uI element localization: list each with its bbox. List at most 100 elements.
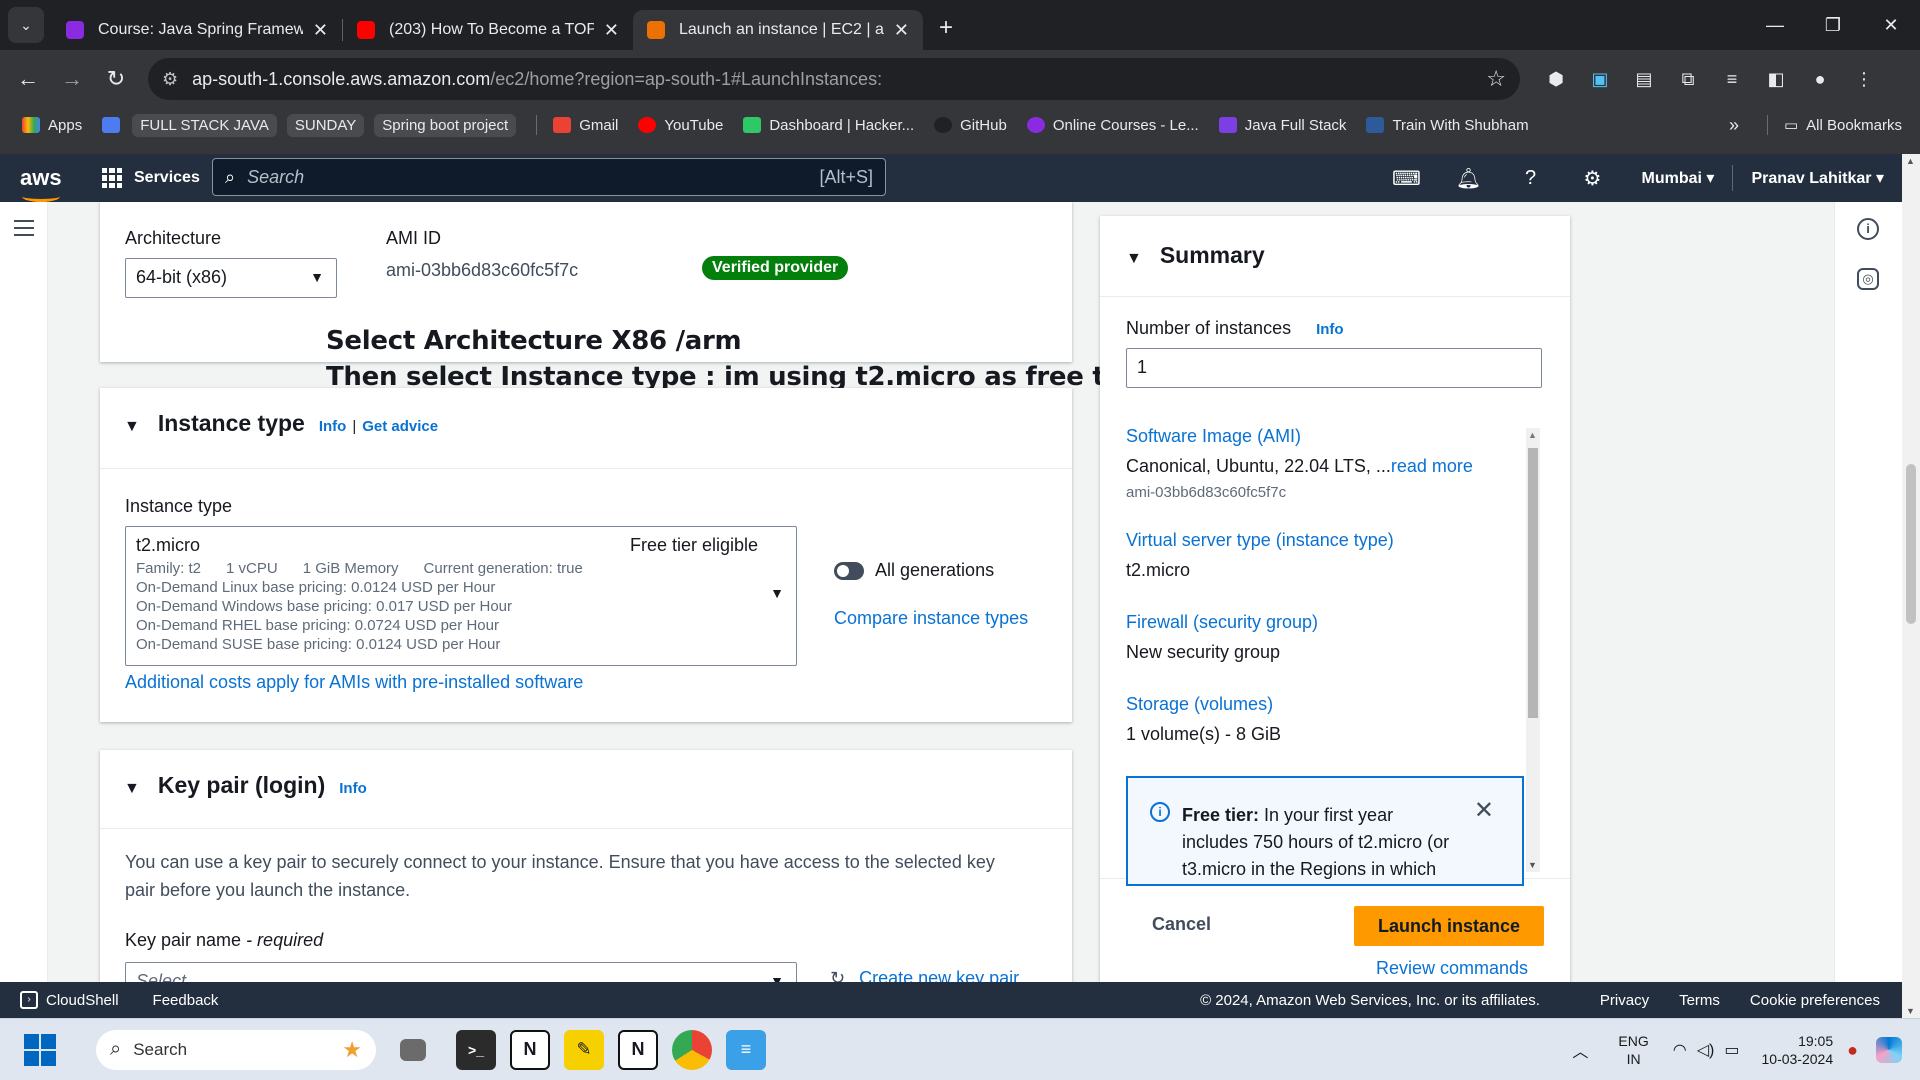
aws-search-input[interactable]: ⌕ Search [Alt+S]: [212, 158, 886, 196]
info-panel-icon[interactable]: i: [1857, 218, 1879, 240]
region-selector[interactable]: Mumbai ▾: [1642, 168, 1715, 188]
taskbar-search[interactable]: ⌕ Search ★: [96, 1029, 376, 1070]
scroll-up-icon[interactable]: ▲: [1906, 156, 1915, 166]
cloudshell-link[interactable]: CloudShell: [46, 992, 119, 1009]
all-bookmarks[interactable]: All Bookmarks: [1806, 117, 1902, 134]
close-tab-icon[interactable]: ✕: [604, 20, 619, 41]
notion-icon[interactable]: N: [618, 1029, 658, 1070]
bookmark-java-full-stack[interactable]: Java Full Stack: [1218, 117, 1346, 134]
sticky-notes-icon[interactable]: ✎: [564, 1029, 604, 1070]
forward-icon[interactable]: →: [50, 66, 94, 92]
wifi-icon[interactable]: ◠: [1673, 1040, 1687, 1060]
info-link[interactable]: Info: [1316, 321, 1344, 338]
bookmark-github[interactable]: GitHub: [934, 117, 1007, 134]
menu-hamburger-icon[interactable]: [14, 220, 34, 241]
extension-icon[interactable]: ⬢: [1534, 50, 1578, 108]
bookmark-online-courses[interactable]: Online Courses - Le...: [1026, 117, 1199, 134]
tab-search-button[interactable]: ⌄: [8, 7, 44, 43]
feedback-link[interactable]: Feedback: [153, 992, 219, 1009]
side-panel-icon[interactable]: ◧: [1754, 50, 1798, 108]
review-commands-link[interactable]: Review commands: [1376, 958, 1528, 979]
firewall-link[interactable]: Firewall (security group): [1126, 612, 1318, 633]
create-key-pair-link[interactable]: ↻ Create new key pair: [830, 968, 1019, 982]
close-window-icon[interactable]: ✕: [1862, 15, 1920, 36]
launch-instance-button[interactable]: Launch instance: [1354, 906, 1544, 946]
minimize-icon[interactable]: —: [1746, 15, 1804, 36]
dismiss-close-icon[interactable]: ✕: [1474, 796, 1494, 825]
browser-tab[interactable]: (203) How To Become a TOP Cl ✕: [343, 10, 633, 50]
bookmark-star-icon[interactable]: ☆: [1486, 66, 1506, 92]
aws-logo[interactable]: aws: [20, 165, 90, 202]
info-link[interactable]: Info: [319, 418, 347, 435]
notifications-bell-icon[interactable]: 🔔︎: [1438, 166, 1500, 191]
browser-tab[interactable]: Course: Java Spring Framework ✕: [52, 10, 342, 50]
services-menu[interactable]: Services: [102, 168, 200, 188]
scroll-down-icon[interactable]: ▼: [1906, 1006, 1915, 1016]
additional-costs-link[interactable]: Additional costs apply for AMIs with pre…: [125, 672, 583, 693]
get-advice-link[interactable]: Get advice: [362, 418, 438, 435]
instance-type-select[interactable]: t2.micro Free tier eligible Family: t2 1…: [125, 526, 797, 666]
restore-icon[interactable]: ❐: [1804, 15, 1862, 36]
bookmark-apps[interactable]: Apps: [22, 117, 82, 134]
more-bookmarks-icon[interactable]: »: [1729, 115, 1739, 136]
bookmark-icon-only[interactable]: [102, 117, 121, 133]
chevron-up-icon[interactable]: ︿: [1572, 1038, 1588, 1062]
extension-icon[interactable]: ▤: [1622, 50, 1666, 108]
virtual-server-type-link[interactable]: Virtual server type (instance type): [1126, 530, 1394, 551]
cancel-button[interactable]: Cancel: [1152, 914, 1211, 935]
terms-link[interactable]: Terms: [1679, 992, 1720, 1009]
page-scrollbar-thumb[interactable]: [1906, 464, 1916, 624]
tutorial-panel-icon[interactable]: ◎: [1857, 268, 1879, 290]
privacy-link[interactable]: Privacy: [1600, 992, 1649, 1009]
cloudshell-icon[interactable]: ⌨: [1376, 166, 1438, 191]
settings-gear-icon[interactable]: ⚙: [1562, 166, 1624, 191]
clock[interactable]: 19:05 10-03-2024: [1762, 1032, 1834, 1068]
scroll-up-icon[interactable]: ▲: [1528, 430, 1537, 440]
notification-bell-icon[interactable]: ●: [1847, 1040, 1858, 1061]
read-more-link[interactable]: read more: [1391, 456, 1473, 476]
volume-icon[interactable]: ◁): [1697, 1040, 1715, 1060]
notepad-icon[interactable]: ≡: [726, 1029, 766, 1070]
bookmark-folder[interactable]: Spring boot project: [374, 113, 517, 137]
battery-icon[interactable]: ▭: [1724, 1040, 1739, 1060]
all-generations-toggle[interactable]: [834, 562, 864, 580]
instance-type-header[interactable]: ▼ Instance type Info | Get advice: [124, 410, 438, 437]
architecture-select[interactable]: 64-bit (x86) ▼: [125, 258, 337, 298]
extensions-puzzle-icon[interactable]: ⧉: [1666, 50, 1710, 108]
close-tab-icon[interactable]: ✕: [894, 20, 909, 41]
close-tab-icon[interactable]: ✕: [313, 20, 328, 41]
notion-icon[interactable]: N: [510, 1029, 550, 1070]
number-of-instances-input[interactable]: 1: [1126, 348, 1542, 388]
page-scrollbar[interactable]: ▲ ▼: [1902, 154, 1920, 1018]
cookie-preferences-link[interactable]: Cookie preferences: [1750, 992, 1880, 1009]
copilot-icon[interactable]: [1876, 1037, 1902, 1063]
browser-tab-active[interactable]: Launch an instance | EC2 | ap-so ✕: [633, 10, 923, 50]
account-menu[interactable]: Pranav Lahitkar ▾: [1751, 168, 1884, 188]
software-image-link[interactable]: Software Image (AMI): [1126, 426, 1301, 447]
refresh-icon[interactable]: ↻: [830, 968, 845, 982]
bookmark-train-with-shubham[interactable]: Train With Shubham: [1366, 117, 1529, 134]
site-info-icon[interactable]: ⚙: [162, 69, 178, 90]
key-pair-select[interactable]: Select ▼: [125, 962, 797, 982]
profile-avatar[interactable]: ●: [1798, 50, 1842, 108]
bookmark-hackerrank[interactable]: Dashboard | Hacker...: [743, 117, 914, 134]
url-bar[interactable]: ⚙ ap-south-1.console.aws.amazon.com/ec2/…: [148, 58, 1520, 100]
reload-icon[interactable]: ↻: [94, 66, 138, 92]
bookmark-youtube[interactable]: YouTube: [638, 117, 723, 134]
bookmark-folder[interactable]: FULL STACK JAVA: [132, 113, 277, 137]
key-pair-header[interactable]: ▼ Key pair (login) Info: [124, 772, 367, 799]
scroll-down-icon[interactable]: ▼: [1528, 860, 1537, 870]
compare-instance-types-link[interactable]: Compare instance types: [834, 608, 1028, 629]
chrome-icon[interactable]: [672, 1029, 712, 1070]
summary-scrollbar[interactable]: ▲ ▼: [1526, 428, 1540, 872]
back-icon[interactable]: ←: [6, 66, 50, 92]
terminal-icon[interactable]: >_: [456, 1029, 496, 1070]
summary-scrollbar-thumb[interactable]: [1528, 448, 1538, 718]
storage-link[interactable]: Storage (volumes): [1126, 694, 1273, 715]
language-indicator[interactable]: ENG IN: [1618, 1032, 1648, 1068]
bookmark-gmail[interactable]: Gmail: [553, 117, 618, 134]
menu-kebab-icon[interactable]: ⋮: [1842, 50, 1886, 108]
help-icon[interactable]: ?: [1500, 167, 1562, 190]
extension-icon[interactable]: ▣: [1578, 50, 1622, 108]
media-icon[interactable]: ≡: [1710, 50, 1754, 108]
